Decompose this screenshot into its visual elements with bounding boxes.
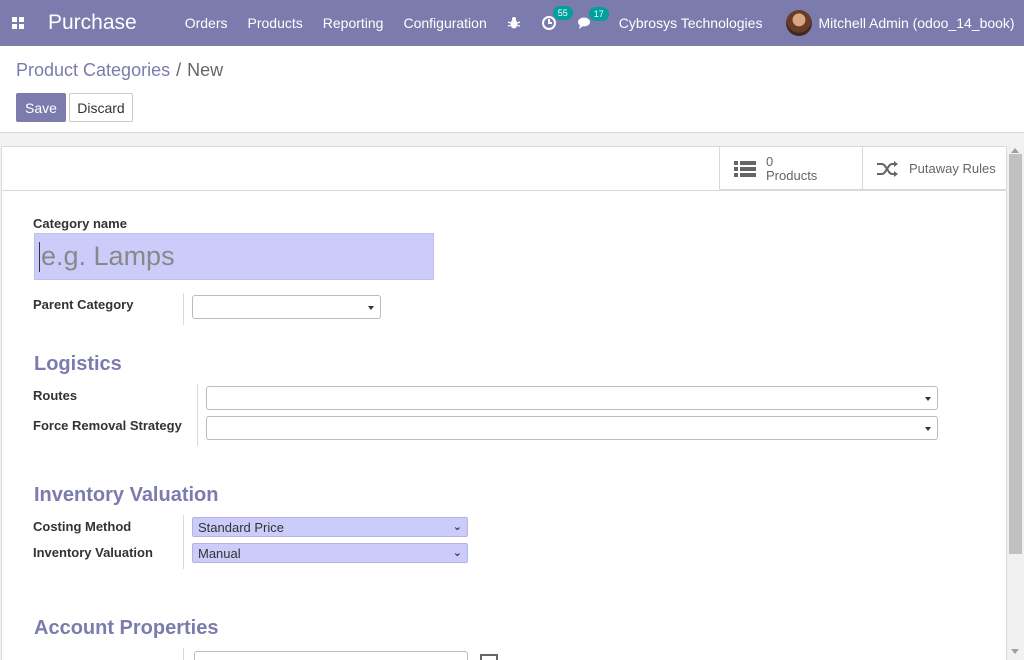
- costing-method-label: Costing Method: [33, 519, 132, 534]
- save-button[interactable]: Save: [16, 93, 66, 122]
- debug-button[interactable]: [507, 16, 521, 30]
- scroll-down-arrow[interactable]: [1011, 649, 1019, 654]
- top-navbar: Purchase Orders Products Reporting Confi…: [0, 0, 1024, 46]
- user-avatar[interactable]: [786, 10, 813, 36]
- account-properties-section-title: Account Properties: [34, 617, 219, 639]
- form-sheet: 0 Products Putaway Rules Category name e…: [1, 146, 1007, 660]
- field-separator: [183, 515, 184, 569]
- menu-configuration[interactable]: Configuration: [403, 15, 486, 31]
- field-separator: [183, 648, 184, 660]
- inventory-valuation-section-title: Inventory Valuation: [34, 484, 219, 506]
- message-count-badge: 17: [588, 7, 609, 21]
- force-removal-strategy-select[interactable]: [206, 416, 938, 440]
- parent-category-label: Parent Category: [33, 297, 134, 312]
- products-stat: 0 Products: [766, 153, 818, 183]
- apps-menu-button[interactable]: [2, 0, 34, 46]
- category-name-label: Category name: [33, 216, 127, 231]
- shuffle-icon: [877, 160, 898, 177]
- products-stat-label: Products: [766, 167, 818, 183]
- category-name-input[interactable]: e.g. Lamps: [34, 233, 434, 280]
- products-smart-button[interactable]: 0 Products: [719, 147, 862, 190]
- caret-down-icon: [925, 397, 931, 401]
- inventory-valuation-select[interactable]: Manual ⌄: [192, 543, 468, 563]
- external-link-icon[interactable]: [480, 654, 498, 660]
- company-switcher[interactable]: Cybrosys Technologies: [619, 15, 763, 31]
- costing-method-select[interactable]: Standard Price ⌄: [192, 517, 468, 537]
- activity-count-badge: 55: [552, 6, 573, 20]
- menu-products[interactable]: Products: [248, 15, 303, 31]
- parent-category-select[interactable]: [192, 295, 381, 319]
- scrollbar-thumb[interactable]: [1009, 154, 1022, 554]
- apps-grid-icon: [12, 17, 24, 29]
- putaway-rules-smart-button[interactable]: Putaway Rules: [862, 147, 1006, 190]
- smart-button-box: 0 Products Putaway Rules: [719, 147, 1006, 190]
- breadcrumb: Product Categories / New: [16, 60, 223, 81]
- field-separator: [183, 293, 184, 325]
- force-removal-strategy-label: Force Removal Strategy: [33, 418, 182, 433]
- app-title[interactable]: Purchase: [48, 11, 137, 35]
- breadcrumb-current: New: [187, 60, 224, 80]
- scroll-up-arrow[interactable]: [1011, 148, 1019, 153]
- breadcrumb-separator: /: [176, 60, 182, 80]
- logistics-section-title: Logistics: [34, 353, 122, 375]
- chevron-down-icon: ⌄: [452, 521, 462, 533]
- text-cursor: [39, 241, 40, 272]
- products-count: 0: [766, 153, 774, 169]
- routes-select[interactable]: [206, 386, 938, 410]
- list-icon: [734, 160, 756, 177]
- caret-down-icon: [925, 427, 931, 431]
- costing-method-value: Standard Price: [198, 519, 284, 535]
- discard-button[interactable]: Discard: [69, 93, 133, 122]
- messages-button[interactable]: 17: [577, 7, 609, 30]
- caret-down-icon: [368, 306, 374, 310]
- routes-label: Routes: [33, 388, 78, 403]
- user-menu[interactable]: Mitchell Admin (odoo_14_book): [818, 15, 1014, 31]
- category-name-placeholder: e.g. Lamps: [41, 241, 175, 271]
- inventory-valuation-label: Inventory Valuation: [33, 545, 153, 560]
- bug-icon: [507, 17, 520, 29]
- field-separator: [197, 384, 198, 446]
- menu-reporting[interactable]: Reporting: [323, 15, 384, 31]
- income-account-field-partial[interactable]: [194, 651, 468, 660]
- sheet-divider: [2, 190, 1006, 191]
- menu-orders[interactable]: Orders: [185, 15, 228, 31]
- putaway-rules-label: Putaway Rules: [909, 161, 996, 176]
- inventory-valuation-value: Manual: [198, 545, 241, 561]
- breadcrumb-parent-link[interactable]: Product Categories: [16, 60, 170, 80]
- activity-button[interactable]: 55: [541, 6, 573, 31]
- vertical-scrollbar[interactable]: [1007, 146, 1024, 660]
- chevron-down-icon: ⌄: [452, 547, 462, 559]
